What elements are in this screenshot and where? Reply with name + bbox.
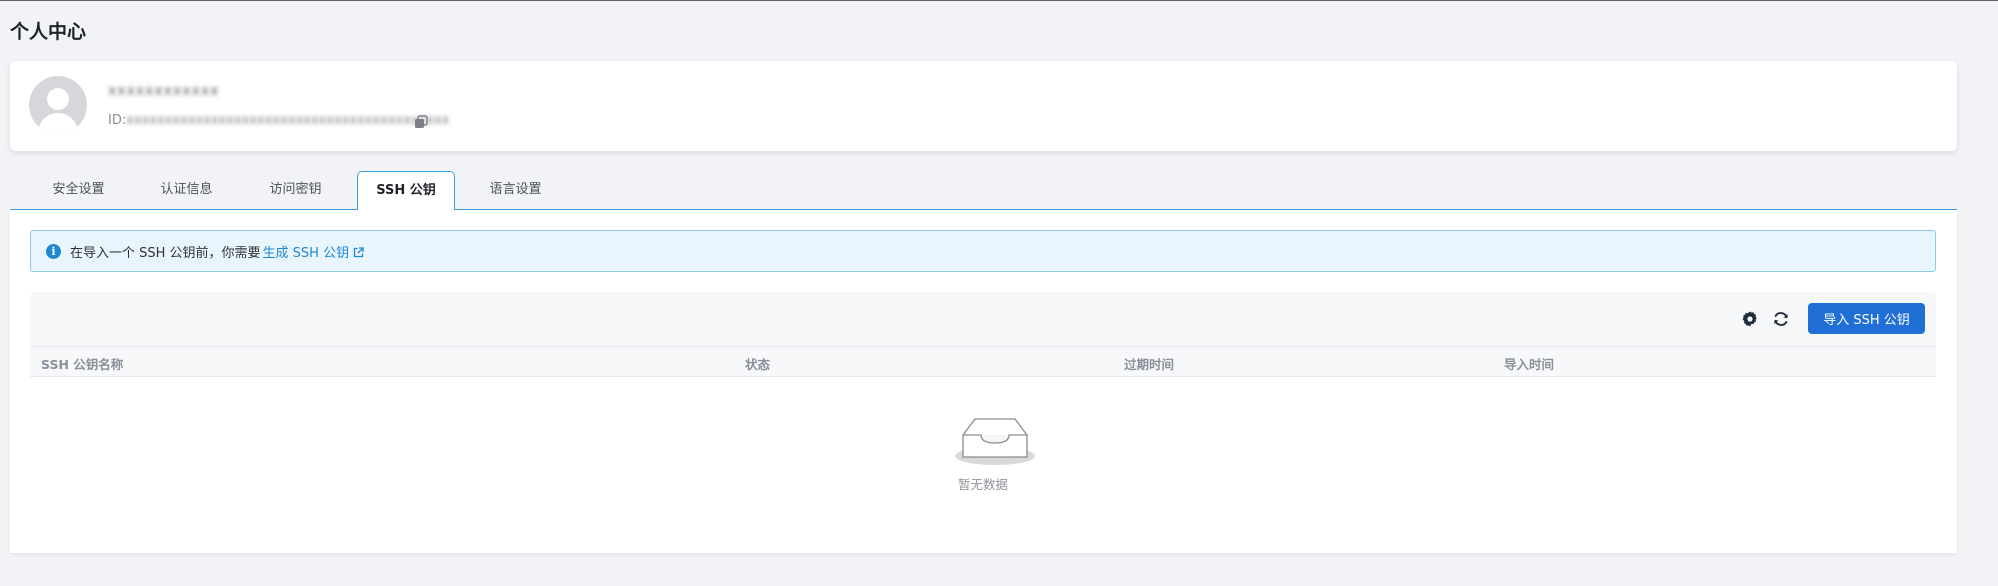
column-ssh-key-name[interactable]: SSH 公钥名称 [41, 354, 123, 373]
column-import-time[interactable]: 导入时间 [1504, 354, 1554, 373]
table-header: SSH 公钥名称 状态 过期时间 导入时间 [30, 346, 1936, 377]
tab-ssh-keys[interactable]: SSH 公钥 [357, 171, 455, 211]
user-id-value: xxxxxxxxxxxxxxxxxxxxxxxxxxxxxxxxxxxxxxxx… [126, 113, 450, 128]
tab-access-keys[interactable]: 访问密钥 [247, 171, 344, 210]
import-ssh-key-button[interactable]: 导入 SSH 公钥 [1808, 303, 1925, 334]
empty-text: 暂无数据 [957, 477, 1008, 492]
tab-auth-info[interactable]: 认证信息 [138, 171, 235, 210]
external-link-icon [353, 247, 364, 258]
generate-ssh-key-link[interactable]: 生成 SSH 公钥 [263, 246, 365, 261]
copy-icon[interactable] [414, 115, 428, 129]
avatar [29, 76, 87, 134]
info-icon: i [46, 244, 61, 259]
refresh-icon[interactable] [1771, 309, 1791, 329]
avatar-body-shape [38, 113, 78, 134]
column-status[interactable]: 状态 [745, 354, 770, 373]
table-toolbar: 导入 SSH 公钥 [30, 292, 1936, 346]
column-expiry-time[interactable]: 过期时间 [1124, 354, 1174, 373]
gear-icon[interactable] [1740, 309, 1760, 329]
empty-inbox-icon [955, 418, 1035, 465]
page-title: 个人中心 [10, 21, 87, 43]
alert-message: 在导入一个 SSH 公钥前，你需要 生成 SSH 公钥 [70, 242, 364, 261]
user-id: ID:xxxxxxxxxxxxxxxxxxxxxxxxxxxxxxxxxxxxx… [108, 113, 449, 128]
info-alert: i 在导入一个 SSH 公钥前，你需要 生成 SSH 公钥 [30, 230, 1936, 272]
profile-card: xxxxxxxxxxxx ID:xxxxxxxxxxxxxxxxxxxxxxxx… [10, 61, 1957, 151]
top-divider [0, 0, 1998, 1]
tab-language-settings[interactable]: 语言设置 [467, 171, 564, 210]
username: xxxxxxxxxxxx [108, 83, 220, 99]
avatar-head-shape [47, 88, 69, 110]
tab-bar: 安全设置 认证信息 访问密钥 SSH 公钥 语言设置 [10, 171, 1957, 211]
alert-text: 在导入一个 SSH 公钥前，你需要 [70, 246, 261, 261]
tab-security-settings[interactable]: 安全设置 [30, 171, 127, 210]
user-id-label: ID: [108, 113, 127, 128]
ssh-keys-panel: i 在导入一个 SSH 公钥前，你需要 生成 SSH 公钥 导入 SSH 公钥 S… [10, 210, 1957, 553]
empty-state: 暂无数据 [30, 377, 1936, 527]
